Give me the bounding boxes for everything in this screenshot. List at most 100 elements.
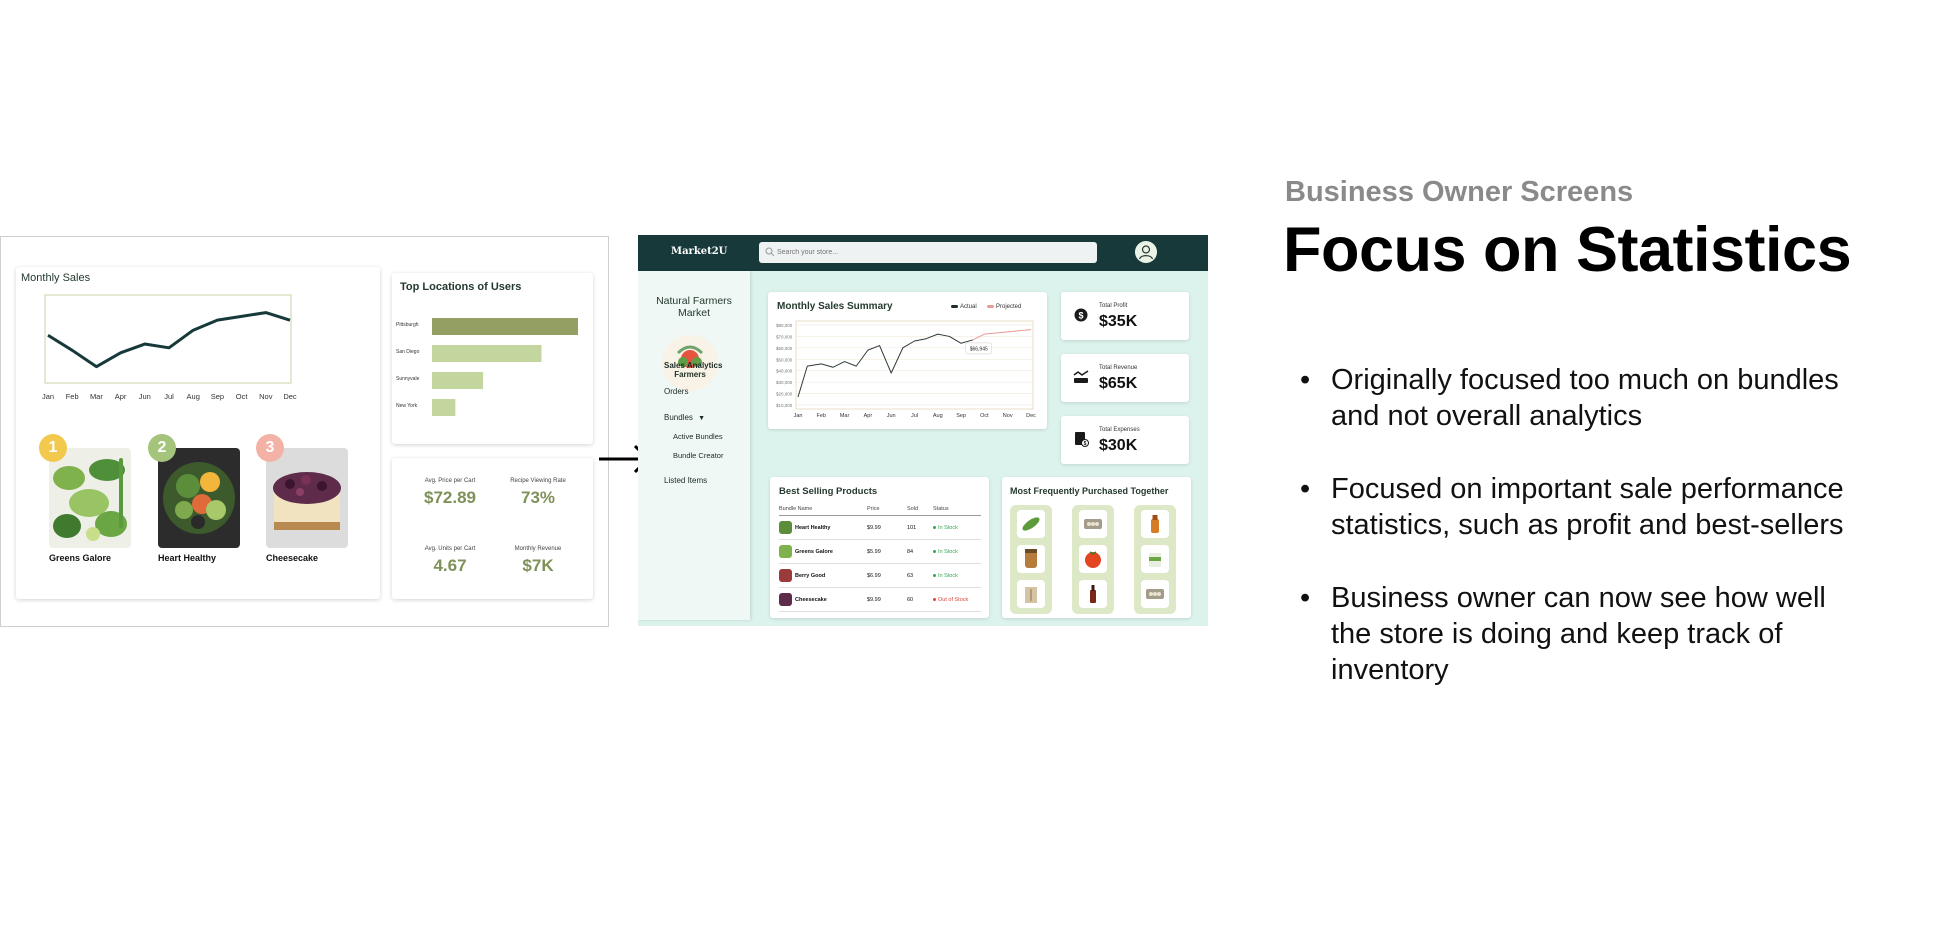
svg-text:$: $ bbox=[1078, 310, 1083, 320]
product-name: Greens Galore bbox=[49, 553, 112, 563]
product-price: $5.99 bbox=[867, 539, 907, 564]
stat-label: Avg. Price per Cart bbox=[424, 478, 476, 484]
section-kicker: Business Owner Screens bbox=[1285, 176, 1634, 208]
yogurt-icon bbox=[1141, 545, 1169, 573]
nav-listed-items[interactable]: Listed Items bbox=[664, 476, 707, 485]
table-row[interactable]: Cheesecake $9.99 60 Out of Stock bbox=[779, 587, 981, 612]
nav-sales-analytics[interactable]: Sales Analytics bbox=[664, 361, 722, 370]
location-label: New York bbox=[396, 403, 418, 409]
stat-value: $7K bbox=[522, 556, 554, 575]
kpi-value: $30K bbox=[1099, 437, 1138, 454]
product-sold: 101 bbox=[907, 515, 933, 540]
caret-down-icon: ▼ bbox=[698, 415, 706, 422]
column-header: Bundle Name bbox=[779, 506, 867, 516]
x-tick-label: Jul bbox=[164, 392, 174, 401]
location-label: Sunnyvale bbox=[396, 376, 420, 382]
bullet-item: Originally focused too much on bundles a… bbox=[1300, 362, 1860, 434]
x-tick-label: Apr bbox=[115, 392, 127, 401]
x-tick-label: Oct bbox=[236, 392, 249, 401]
heart-healthy-image bbox=[158, 448, 240, 548]
search-input[interactable] bbox=[759, 242, 1097, 263]
product-sold: 63 bbox=[907, 563, 933, 588]
product-name: Berry Good bbox=[795, 572, 826, 579]
x-tick-label: Jun bbox=[139, 392, 151, 401]
location-label: Pittsburgh bbox=[396, 322, 419, 328]
grain-bag-icon bbox=[1017, 580, 1045, 608]
table-row[interactable]: Berry Good $6.99 63 In Stock bbox=[779, 563, 981, 588]
column-header: Price bbox=[867, 506, 907, 516]
stat-label: Monthly Revenue bbox=[514, 546, 562, 552]
egg-carton-icon bbox=[1079, 510, 1107, 538]
key-stats-card: Avg. Price per Cart $72.89 Recipe Viewin… bbox=[392, 458, 593, 599]
product-thumbnail bbox=[779, 521, 792, 534]
plot-frame bbox=[795, 320, 1034, 410]
table-header-row: Bundle Name Price Sold Status bbox=[779, 506, 981, 516]
frequently-purchased-title: Most Frequently Purchased Together bbox=[1010, 486, 1169, 496]
table-row[interactable]: Heart Healthy $9.99 101 In Stock bbox=[779, 515, 981, 540]
product-name: Heart Healthy bbox=[158, 553, 217, 563]
y-tick-label: $80,000 bbox=[776, 323, 793, 328]
status-badge: In Stock bbox=[933, 539, 981, 564]
x-tick-label: Apr bbox=[864, 413, 873, 419]
bullet-item: Focused on important sale performance st… bbox=[1300, 471, 1860, 543]
kpi-total-expenses[interactable]: $ Total Expenses $30K bbox=[1061, 416, 1189, 464]
kpi-value: $65K bbox=[1099, 375, 1138, 392]
user-avatar[interactable] bbox=[1135, 241, 1157, 263]
product-name: Cheesecake bbox=[266, 553, 319, 563]
stat-monthly-revenue: Monthly Revenue $7K bbox=[493, 546, 583, 576]
location-bar bbox=[432, 399, 456, 416]
x-tick-label: Jan bbox=[794, 413, 803, 419]
x-tick-label: Aug bbox=[187, 392, 200, 401]
stat-label: Recipe Viewing Rate bbox=[510, 478, 566, 484]
old-dashboard-screenshot: Monthly Sales Jan Feb Mar Apr Jun Jul Aug Sep Oc… bbox=[0, 236, 609, 627]
x-tick-label: Mar bbox=[90, 392, 103, 401]
stat-recipe-rate: Recipe Viewing Rate 73% bbox=[493, 478, 583, 508]
bundle-group[interactable] bbox=[1072, 505, 1114, 614]
market2u-logo[interactable]: Market2U bbox=[671, 246, 727, 257]
store-name: Natural Farmers Market bbox=[656, 295, 732, 319]
column-header: Sold bbox=[907, 506, 933, 516]
location-bar bbox=[432, 345, 542, 362]
y-tick-label: $20,000 bbox=[776, 392, 793, 397]
y-tick-label: $10,000 bbox=[776, 403, 793, 408]
nav-orders[interactable]: Orders bbox=[664, 387, 688, 396]
top-locations-card: Top Locations of Users Pittsburgh San Die… bbox=[392, 273, 593, 444]
y-tick-label: $30,000 bbox=[776, 380, 793, 385]
monthly-sales-chart: Jan Feb Mar Apr Jun Jul Aug Sep Oct Nov Dec bbox=[42, 294, 297, 401]
expenses-icon: $ bbox=[1075, 432, 1089, 447]
sauce-bottle-icon bbox=[1079, 580, 1107, 608]
stat-value: 4.67 bbox=[433, 556, 467, 575]
table-row[interactable]: Greens Galore $5.99 84 In Stock bbox=[779, 539, 981, 564]
plot-frame bbox=[44, 294, 292, 384]
kpi-total-profit[interactable]: $ Total Profit $35K bbox=[1061, 292, 1189, 340]
jar-icon bbox=[1017, 545, 1045, 573]
rank-badge: 1 bbox=[39, 434, 67, 462]
stat-value: $72.89 bbox=[424, 488, 476, 507]
actual-line bbox=[797, 333, 973, 398]
product-price: $6.99 bbox=[867, 563, 907, 588]
location-label: San Diego bbox=[396, 349, 420, 355]
x-tick-label: Mar bbox=[840, 413, 850, 419]
kpi-total-revenue[interactable]: Total Revenue $65K bbox=[1061, 354, 1189, 402]
monthly-sales-summary-card: Monthly Sales Summary Actual Projected $… bbox=[768, 292, 1047, 429]
x-tick-label: Jan bbox=[42, 392, 54, 401]
product-sold: 60 bbox=[907, 587, 933, 612]
x-tick-label: Jun bbox=[887, 413, 896, 419]
user-icon bbox=[1138, 245, 1154, 260]
y-tick-label: $50,000 bbox=[776, 357, 793, 362]
bullet-item: Business owner can now see how well the … bbox=[1300, 580, 1860, 688]
sales-line bbox=[47, 311, 291, 369]
stat-avg-price: Avg. Price per Cart $72.89 bbox=[405, 478, 495, 508]
bundle-group[interactable] bbox=[1134, 505, 1176, 614]
nav-bundle-creator[interactable]: Bundle Creator bbox=[673, 451, 723, 460]
x-tick-label: Sep bbox=[211, 392, 224, 401]
monthly-sales-card: Monthly Sales Jan Feb Mar Apr Jun Jul Aug Sep Oc… bbox=[16, 267, 380, 599]
x-tick-label: Jul bbox=[911, 413, 918, 419]
x-tick-label: Oct bbox=[980, 413, 989, 419]
bundle-group[interactable] bbox=[1010, 505, 1052, 614]
honey-bottle-icon bbox=[1141, 510, 1169, 538]
nav-bundles[interactable]: Bundles ▼ bbox=[664, 413, 705, 422]
status-badge: In Stock bbox=[933, 563, 981, 588]
nav-active-bundles[interactable]: Active Bundles bbox=[673, 432, 723, 441]
y-tick-label: $40,000 bbox=[776, 369, 793, 374]
